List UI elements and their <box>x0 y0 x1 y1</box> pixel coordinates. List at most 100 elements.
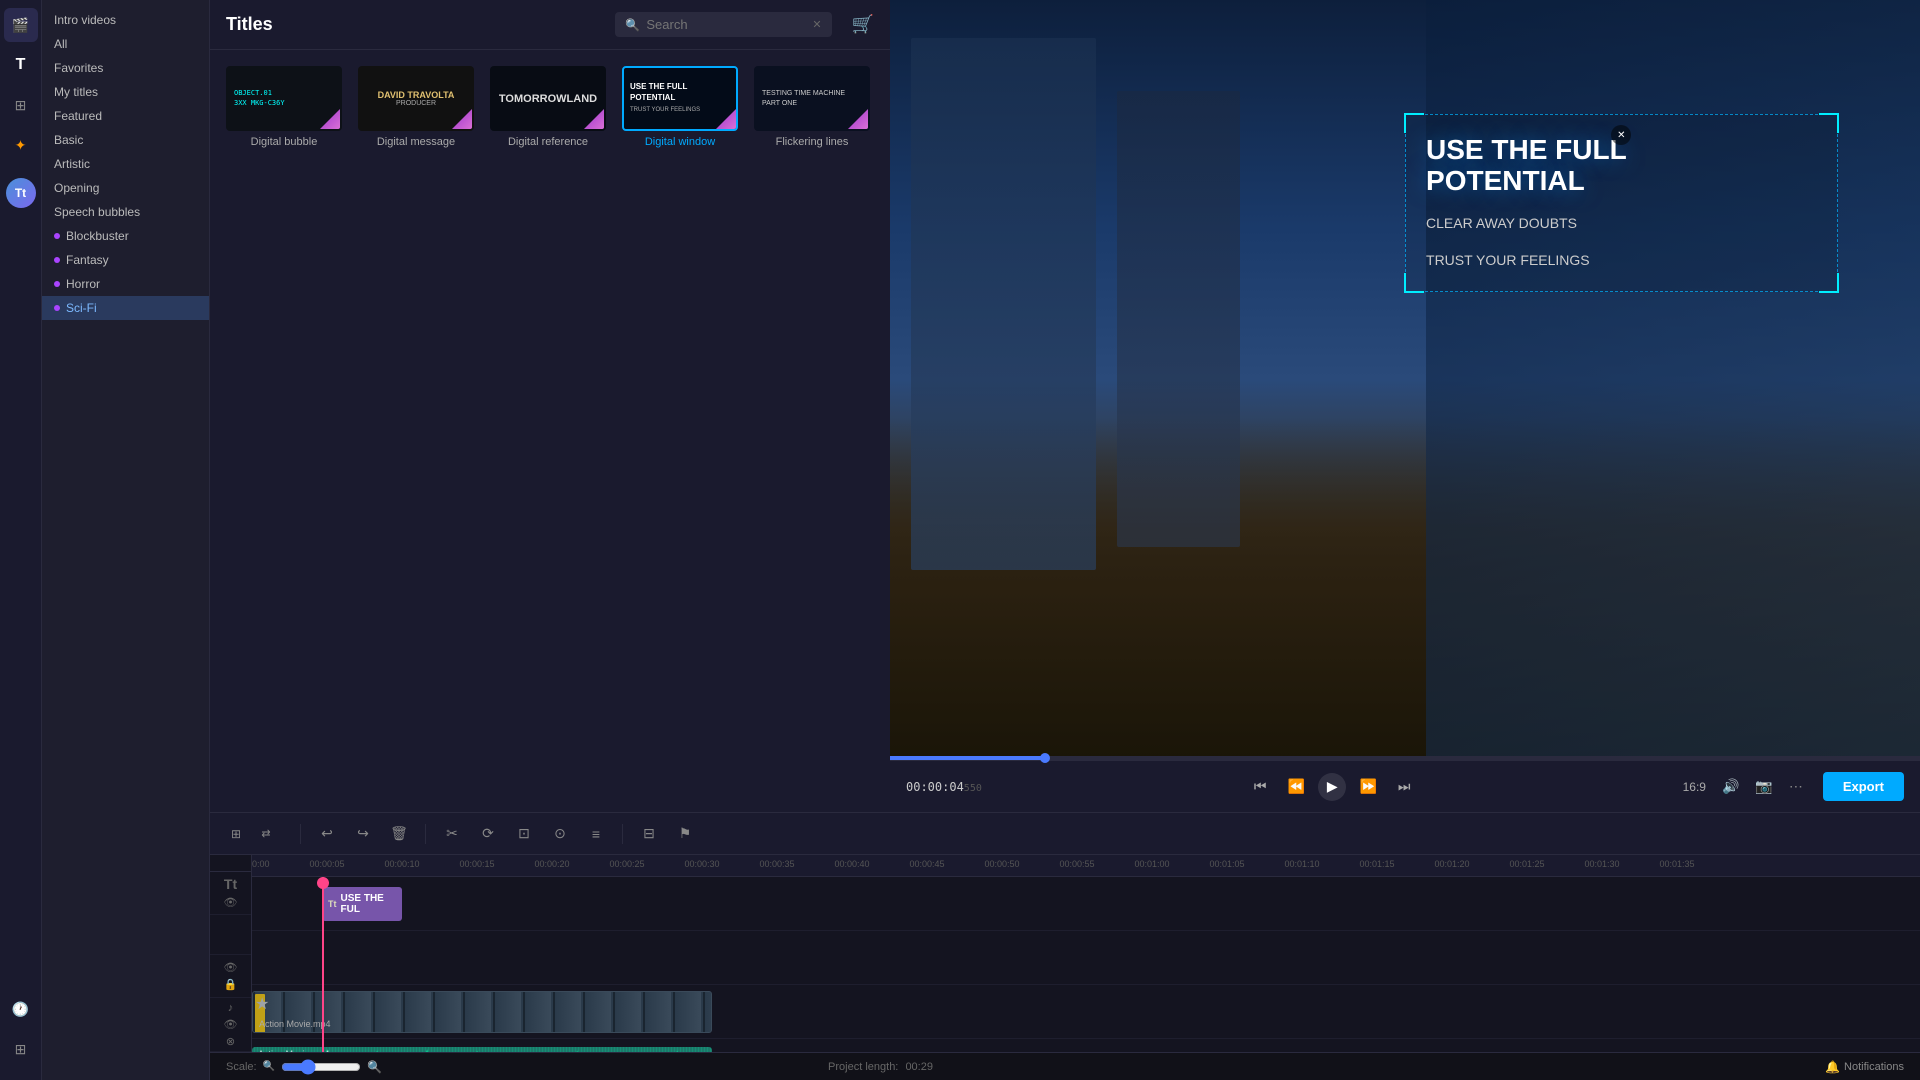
title-card-digital-reference[interactable]: TOMORROWLAND Digital reference <box>490 66 606 148</box>
audio-clip[interactable]: Action Movie.mp4 <box>252 1047 712 1052</box>
undo-button[interactable]: ↩ <box>313 820 341 848</box>
bottom-bar: Scale: 🔍 🔍 Project length: 00:29 🔔 Notif… <box>210 1052 1920 1080</box>
video-track-eye-icon[interactable]: 👁 <box>224 961 238 974</box>
titles-heading: Titles <box>226 14 273 35</box>
toolbar-separator-3 <box>622 824 623 844</box>
icon-bar-item-titles[interactable]: T <box>4 48 38 82</box>
timeline-tracks[interactable]: 00:00:00 00:00:05 00:00:10 00:00:15 00:0… <box>252 855 1920 1052</box>
ruler-mark-7: 00:00:35 <box>759 859 794 869</box>
icon-bar-item-media[interactable]: 🎬 <box>4 8 38 42</box>
zoom-in-icon: 🔍 <box>367 1060 382 1074</box>
notifications-area[interactable]: 🔔 Notifications <box>1825 1060 1904 1074</box>
preview-controls: 00:00:04550 ⏮ ⏪ ▶ ⏩ ⏭ 16:9 🔊 📷 ⋯ Export <box>890 760 1920 812</box>
timeline-layers-button[interactable]: ⇄ <box>252 820 280 848</box>
sidebar-item-basic[interactable]: Basic <box>42 128 209 152</box>
sidebar-item-sci-fi[interactable]: Sci-Fi <box>42 296 209 320</box>
notifications-label: Notifications <box>1844 1061 1904 1073</box>
timeline-body: Tt 👁 👁 🔒 ♪ 👁 ⊗ <box>210 855 1920 1052</box>
flag-button[interactable]: ⚑ <box>671 820 699 848</box>
ruler-mark-10: 00:00:50 <box>984 859 1019 869</box>
crop-button[interactable]: ⊡ <box>510 820 538 848</box>
sidebar-item-my-titles[interactable]: My titles <box>42 80 209 104</box>
progress-bar-container[interactable] <box>890 756 1920 760</box>
ruler-mark-3: 00:00:15 <box>459 859 494 869</box>
adjust-button[interactable]: ≡ <box>582 820 610 848</box>
timer-button[interactable]: ⊙ <box>546 820 574 848</box>
more-options-icon[interactable]: ⋯ <box>1789 778 1803 795</box>
premium-badge-3 <box>584 109 604 129</box>
export-button[interactable]: Export <box>1823 772 1904 801</box>
skip-to-start-button[interactable]: ⏮ <box>1246 773 1274 801</box>
title-card-digital-bubble[interactable]: OBJECT.01 3XX MKG-C36Y Digital bubble <box>226 66 342 148</box>
icon-bar-item-grid[interactable]: ⊞ <box>4 1032 38 1066</box>
redo-button[interactable]: ↪ <box>349 820 377 848</box>
preview-sub-text-line1: CLEAR AWAY DOUBTS <box>1426 213 1817 234</box>
snapshot-icon[interactable]: 📷 <box>1755 778 1772 795</box>
copy-button[interactable]: ⟳ <box>474 820 502 848</box>
search-input[interactable] <box>646 17 806 32</box>
corner-tr <box>1819 113 1839 133</box>
audio-track-controls: ♪ 👁 ⊗ <box>210 998 251 1052</box>
title-track-eye-icon[interactable]: 👁 <box>224 896 238 909</box>
titles-grid: OBJECT.01 3XX MKG-C36Y Digital bubble DA… <box>210 50 890 164</box>
video-track-row: ★ Action Movie.mp4 <box>252 985 1920 1039</box>
aspect-ratio-selector[interactable]: 16:9 <box>1683 780 1706 794</box>
titles-header: Titles 🔍 ✕ 🛒 <box>210 0 890 50</box>
scale-slider[interactable] <box>281 1059 361 1075</box>
timeline-add-track-button[interactable]: ⊞ <box>222 820 250 848</box>
audio-track-mute-icon[interactable]: ⊗ <box>226 1035 235 1048</box>
icon-bar-item-transitions[interactable]: ⊞ <box>4 88 38 122</box>
ruler-mark-6: 00:00:30 <box>684 859 719 869</box>
timeline-content: Tt USE THE FUL ★ <box>252 877 1920 1052</box>
title-track-controls: Tt 👁 <box>210 872 251 915</box>
premium-badge <box>320 109 340 129</box>
sidebar-item-intro-videos[interactable]: Intro videos <box>42 8 209 32</box>
icon-bar-avatar[interactable]: Tt <box>6 178 36 208</box>
audio-track-eye-icon[interactable]: 👁 <box>224 1018 238 1031</box>
skip-to-end-button[interactable]: ⏭ <box>1390 773 1418 801</box>
progress-dot <box>1040 753 1050 763</box>
title-clip[interactable]: Tt USE THE FUL <box>322 887 402 921</box>
sidebar-item-favorites[interactable]: Favorites <box>42 56 209 80</box>
title-card-digital-window[interactable]: USE THE FULLPOTENTIAL TRUST YOUR FEELING… <box>622 66 738 148</box>
video-clip-label: Action Movie.mp4 <box>259 1019 331 1029</box>
sidebar-item-featured[interactable]: Featured <box>42 104 209 128</box>
search-box[interactable]: 🔍 ✕ <box>615 12 831 37</box>
step-back-button[interactable]: ⏪ <box>1282 773 1310 801</box>
sidebar-item-horror[interactable]: Horror <box>42 272 209 296</box>
title-card-flickering-lines[interactable]: TESTING TIME MACHINE PART ONE Flickering… <box>754 66 870 148</box>
video-track-lock-icon[interactable]: 🔒 <box>224 978 238 991</box>
clear-search-icon[interactable]: ✕ <box>812 18 821 31</box>
preview-close-button[interactable]: ✕ <box>1611 125 1631 145</box>
ruler-mark-0: 00:00:00 <box>252 859 270 869</box>
sidebar-item-opening[interactable]: Opening <box>42 176 209 200</box>
volume-icon[interactable]: 🔊 <box>1722 778 1739 795</box>
ruler-mark-12: 00:01:00 <box>1134 859 1169 869</box>
icon-bar-item-effects[interactable]: ✦ <box>4 128 38 162</box>
sidebar-item-all[interactable]: All <box>42 32 209 56</box>
step-forward-button[interactable]: ⏩ <box>1354 773 1382 801</box>
ruler-mark-11: 00:00:55 <box>1059 859 1094 869</box>
audio-track-row: Action Movie.mp4 <box>252 1039 1920 1052</box>
timeline-left-controls: ⊞ ⇄ <box>222 820 280 848</box>
timeline-area: ⊞ ⇄ ↩ ↪ 🗑 ✂ ⟳ ⊡ ⊙ ≡ ⊟ ⚑ <box>210 812 1920 1052</box>
ruler-mark-16: 00:01:20 <box>1434 859 1469 869</box>
preview-title-overlay: ✕ USE THE FULL POTENTIAL CLEAR AWAY DOUB… <box>1405 114 1838 292</box>
title-card-digital-message[interactable]: DAVID TRAVOLTA PRODUCER Digital message <box>358 66 474 148</box>
corner-bl <box>1404 273 1424 293</box>
delete-button[interactable]: 🗑 <box>385 820 413 848</box>
building-center-left <box>1117 91 1241 547</box>
video-clip[interactable]: ★ Action Movie.mp4 <box>252 991 712 1033</box>
left-icon-bar: 🎬 T ⊞ ✦ Tt 🕐 ⊞ <box>0 0 42 1080</box>
cut-button[interactable]: ✂ <box>438 820 466 848</box>
cart-icon[interactable]: 🛒 <box>852 14 874 35</box>
sidebar-item-speech-bubbles[interactable]: Speech bubbles <box>42 200 209 224</box>
play-button[interactable]: ▶ <box>1318 773 1346 801</box>
sidebar-item-artistic[interactable]: Artistic <box>42 152 209 176</box>
sidebar-item-fantasy[interactable]: Fantasy <box>42 248 209 272</box>
icon-bar-item-clock[interactable]: 🕐 <box>4 992 38 1026</box>
sidebar-item-blockbuster[interactable]: Blockbuster <box>42 224 209 248</box>
subtitle-button[interactable]: ⊟ <box>635 820 663 848</box>
title-label-flickering-lines: Flickering lines <box>776 136 849 148</box>
toolbar-separator-1 <box>300 824 301 844</box>
